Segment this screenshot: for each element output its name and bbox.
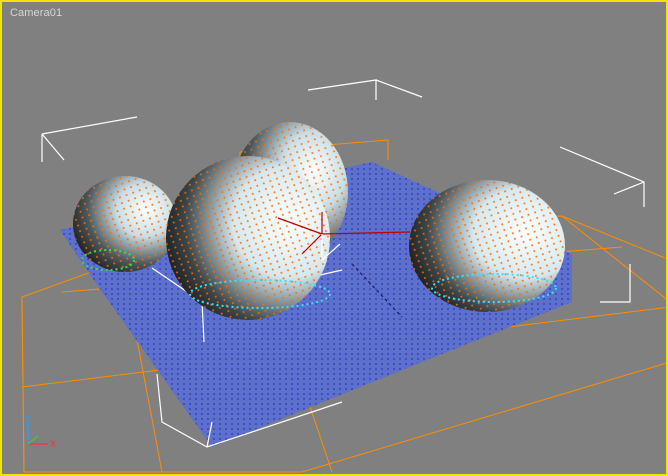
scene-canvas[interactable] bbox=[2, 2, 668, 476]
y-axis-line bbox=[27, 435, 39, 445]
z-axis-label: Z bbox=[25, 416, 31, 425]
viewport-label[interactable]: Camera01 bbox=[10, 7, 62, 19]
x-axis-label: X bbox=[50, 439, 56, 449]
camera-viewport[interactable]: Camera01 Z X bbox=[0, 0, 668, 476]
axis-tripod-icon: Z X bbox=[25, 416, 56, 449]
